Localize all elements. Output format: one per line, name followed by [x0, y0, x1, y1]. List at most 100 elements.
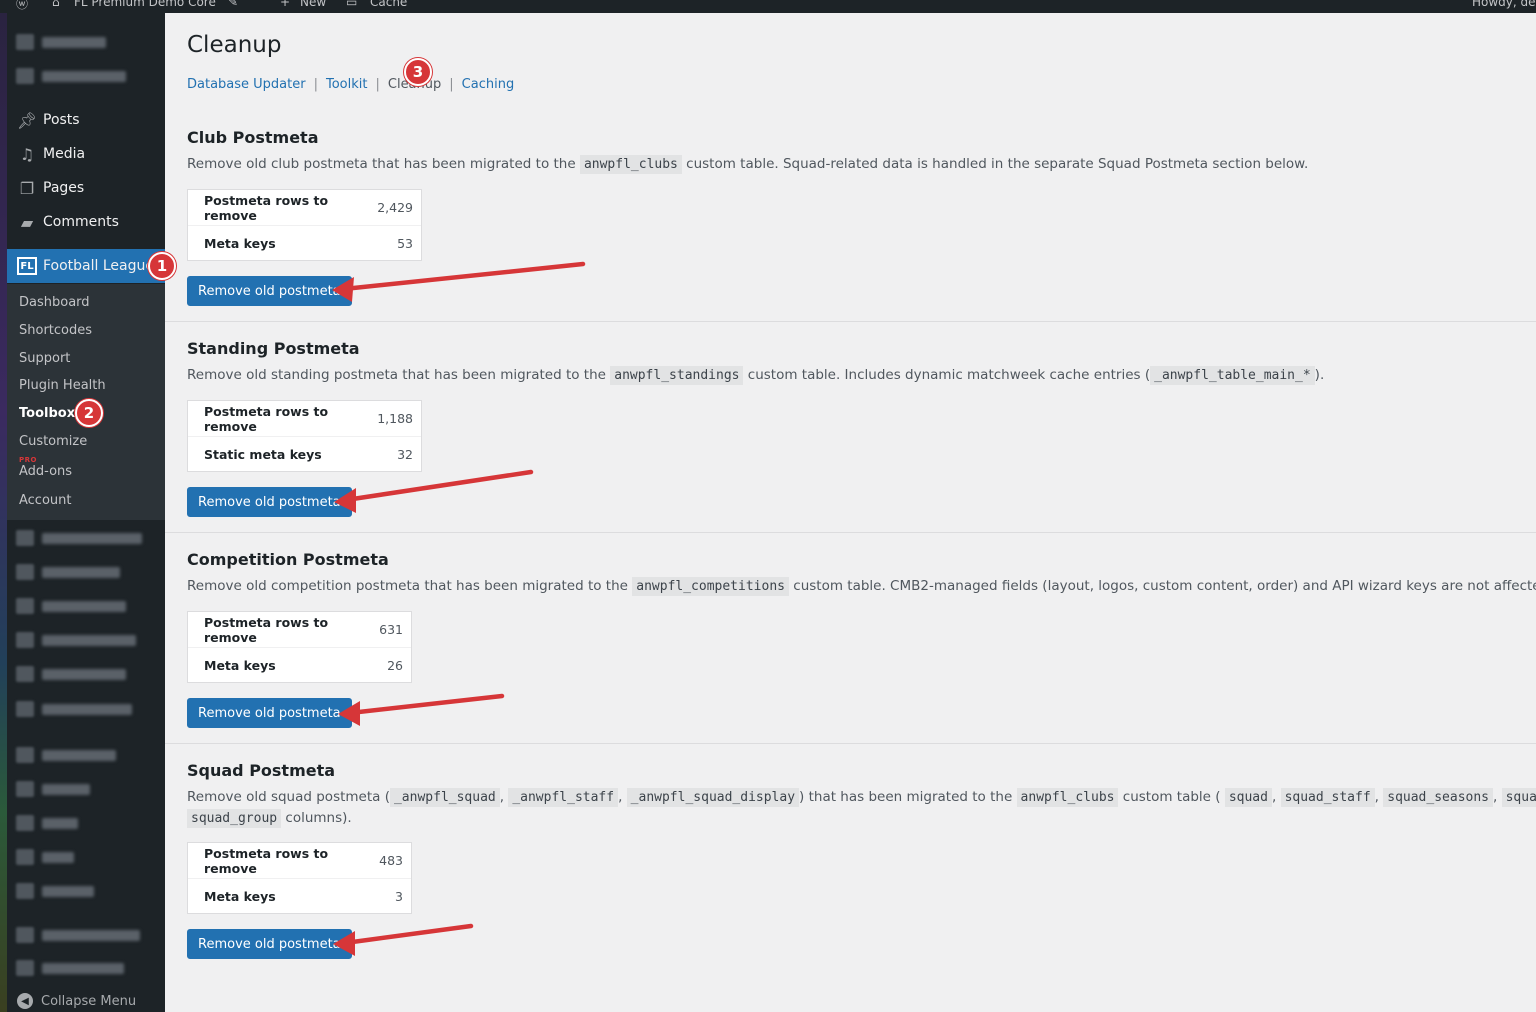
- blurred-menu-item[interactable]: [16, 562, 120, 582]
- stats-row: Meta keys 26: [188, 647, 411, 682]
- football-leagues-logo-icon: FL: [17, 257, 37, 275]
- code-snippet: squad_staf: [1501, 788, 1536, 807]
- blurred-menu-item[interactable]: [16, 958, 124, 978]
- stats-label: Postmeta rows to remove: [204, 614, 329, 645]
- sidebar-item-posts[interactable]: 📌︎ Posts: [7, 103, 165, 137]
- blurred-menu-item[interactable]: [16, 32, 106, 52]
- stats-label: Postmeta rows to remove: [204, 403, 329, 434]
- sidebar-item-pages[interactable]: ❐ Pages: [7, 171, 165, 205]
- subpage-tabs: Database Updater | Toolkit | Cleanup | C…: [187, 77, 514, 92]
- admin-bar: ⓦ ⌂ FL Premium Demo Core ✎ + New ▭ Cache…: [0, 0, 1536, 13]
- site-name-link[interactable]: FL Premium Demo Core: [74, 0, 216, 9]
- blurred-menu-item[interactable]: [16, 630, 136, 650]
- stats-value: 1,188: [377, 411, 413, 426]
- sidebar-item-football-leagues[interactable]: FL Football Leagues: [7, 249, 165, 283]
- howdy-user[interactable]: Howdy, de: [1472, 0, 1536, 9]
- description-text: Remove old club postmeta that has been m…: [187, 156, 576, 172]
- blurred-menu-item[interactable]: [16, 847, 74, 867]
- stats-value: 32: [397, 446, 413, 462]
- description-text: ) that has been migrated to the: [799, 789, 1013, 805]
- site-home-icon[interactable]: ⌂: [52, 0, 60, 9]
- new-content-icon[interactable]: +: [280, 0, 290, 9]
- sidebar-item-media[interactable]: ♫ Media: [7, 137, 165, 171]
- section-title: Squad Postmeta: [187, 761, 336, 780]
- stats-row: Postmeta rows to remove 483: [188, 843, 411, 878]
- blurred-menu-item[interactable]: [16, 528, 142, 548]
- blurred-menu-item[interactable]: [16, 925, 140, 945]
- cache-link[interactable]: Cache: [370, 0, 407, 9]
- standing-stats-table: Postmeta rows to remove 1,188 Static meta…: [187, 400, 422, 472]
- description-text: columns).: [285, 810, 352, 826]
- submenu-support[interactable]: Support: [19, 351, 70, 366]
- blurred-menu-item[interactable]: [16, 779, 90, 799]
- annotation-badge-2: 2: [75, 399, 103, 427]
- section-divider: [165, 743, 1536, 744]
- remove-squad-postmeta-button[interactable]: Remove old postmeta: [187, 929, 352, 959]
- page-title: Cleanup: [187, 32, 282, 58]
- remove-competition-postmeta-button[interactable]: Remove old postmeta: [187, 698, 352, 728]
- description-text: custom table. Squad-related data is hand…: [686, 156, 1309, 172]
- section-description: Remove old standing postmeta that has be…: [187, 366, 1536, 385]
- admin-sidebar: 📌︎ Posts ♫ Media ❐ Pages ▰ Comments FL F…: [0, 13, 165, 1012]
- submenu-account[interactable]: Account: [19, 493, 72, 508]
- description-text: Remove old squad postmeta (: [187, 789, 390, 805]
- code-snippet: squad_staff: [1280, 788, 1375, 807]
- stats-label: Meta keys: [204, 235, 276, 251]
- sidebar-item-comments[interactable]: ▰ Comments: [7, 205, 165, 239]
- tab-separator: |: [449, 77, 454, 92]
- squad-stats-table: Postmeta rows to remove 483 Meta keys 3: [187, 842, 412, 914]
- comments-icon: ▰: [20, 212, 34, 232]
- blurred-menu-item[interactable]: [16, 745, 116, 765]
- blurred-menu-item[interactable]: [16, 664, 126, 684]
- sidebar-item-label: Media: [43, 146, 86, 162]
- section-description-continued: squad_group columns).: [187, 809, 1536, 828]
- stats-value: 483: [379, 853, 403, 868]
- description-text: ).: [1314, 367, 1325, 383]
- remove-club-postmeta-button[interactable]: Remove old postmeta: [187, 276, 352, 306]
- stats-row: Postmeta rows to remove 1,188: [188, 401, 421, 436]
- media-icon: ♫: [19, 144, 35, 164]
- wordpress-logo-icon[interactable]: ⓦ: [16, 0, 28, 12]
- description-text: ,: [499, 789, 505, 805]
- submenu-plugin-health[interactable]: Plugin Health: [19, 378, 106, 393]
- stats-value: 53: [397, 235, 413, 251]
- tab-database-updater[interactable]: Database Updater: [187, 77, 306, 92]
- stats-row: Postmeta rows to remove 2,429: [188, 190, 421, 225]
- submenu-shortcodes[interactable]: Shortcodes: [19, 323, 92, 338]
- tab-caching[interactable]: Caching: [462, 77, 515, 92]
- submenu-add-ons[interactable]: Add-ons: [19, 464, 72, 479]
- tab-separator: |: [313, 77, 318, 92]
- submenu-customize[interactable]: Customize: [19, 434, 87, 449]
- blurred-menu-item[interactable]: [16, 813, 78, 833]
- customize-icon[interactable]: ✎: [228, 0, 238, 9]
- submenu-dashboard[interactable]: Dashboard: [19, 295, 90, 310]
- stats-value: 631: [379, 622, 403, 637]
- description-text: custom table (: [1122, 789, 1221, 805]
- competition-stats-table: Postmeta rows to remove 631 Meta keys 26: [187, 611, 412, 683]
- stats-label: Meta keys: [204, 888, 276, 904]
- new-content-link[interactable]: New: [300, 0, 326, 9]
- collapse-menu-button[interactable]: ◀ Collapse Menu: [17, 993, 136, 1009]
- main-content: Cleanup Database Updater | Toolkit | Cle…: [165, 13, 1536, 1012]
- annotation-badge-3: 3: [404, 58, 432, 86]
- description-text: custom table. CMB2-managed fields (layou…: [793, 578, 1536, 594]
- section-description: Remove old squad postmeta (_anwpfl_squad…: [187, 788, 1536, 807]
- remove-standing-postmeta-button[interactable]: Remove old postmeta: [187, 487, 352, 517]
- sidebar-item-label: Comments: [43, 214, 119, 230]
- description-text: custom table. Includes dynamic matchweek…: [747, 367, 1151, 383]
- blurred-menu-item[interactable]: [16, 596, 126, 616]
- blurred-menu-item[interactable]: [16, 66, 126, 86]
- tab-toolkit[interactable]: Toolkit: [326, 77, 368, 92]
- stats-row: Meta keys 53: [188, 225, 421, 260]
- stats-value: 26: [387, 657, 403, 673]
- section-divider: [165, 532, 1536, 533]
- blurred-menu-item[interactable]: [16, 881, 94, 901]
- code-snippet: anwpfl_clubs: [1016, 788, 1119, 807]
- standing-postmeta-section: Standing Postmeta Remove old standing po…: [187, 339, 1536, 385]
- submenu-toolbox[interactable]: Toolbox: [19, 406, 75, 421]
- code-snippet: squad_group: [187, 809, 282, 828]
- description-text: Remove old standing postmeta that has be…: [187, 367, 606, 383]
- code-snippet: anwpfl_standings: [610, 366, 744, 385]
- blurred-menu-item[interactable]: [16, 699, 132, 719]
- section-title: Club Postmeta: [187, 128, 319, 147]
